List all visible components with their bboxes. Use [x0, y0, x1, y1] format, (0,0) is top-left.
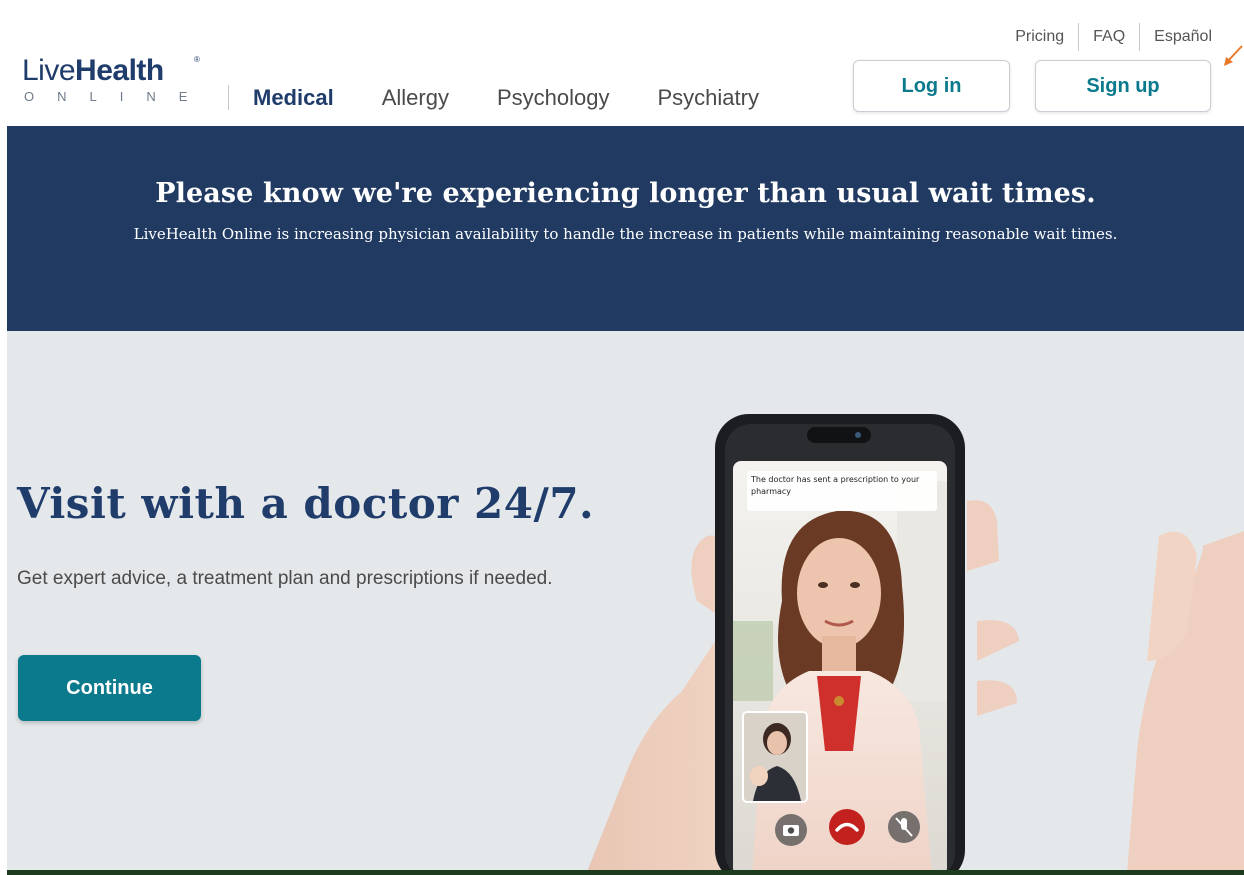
main-nav: Medical Allergy Psychology Psychiatry — [253, 85, 807, 111]
registered-mark: ® — [194, 55, 200, 64]
logo-subtitle: ONLINE — [24, 89, 211, 104]
end-call-icon[interactable] — [829, 809, 865, 845]
site-header: Pricing FAQ Español LiveHealth ® ONLINE … — [0, 0, 1244, 126]
logo-divider — [228, 85, 229, 110]
camera-icon[interactable] — [775, 814, 807, 846]
login-button[interactable]: Log in — [853, 60, 1010, 112]
mute-mic-icon[interactable] — [888, 811, 920, 843]
banner-text: LiveHealth Online is increasing physicia… — [133, 225, 1118, 243]
hero-image: The doctor has sent a prescription to yo… — [587, 414, 1244, 872]
signup-button[interactable]: Sign up — [1035, 60, 1211, 112]
hero-title: Visit with a doctor 24/7. — [17, 479, 595, 528]
banner-title: Please know we're experiencing longer th… — [155, 178, 1096, 209]
nav-psychiatry[interactable]: Psychiatry — [657, 85, 758, 111]
wait-time-banner: Please know we're experiencing longer th… — [7, 126, 1244, 331]
nav-medical[interactable]: Medical — [253, 85, 334, 111]
footer-edge — [7, 870, 1244, 875]
hero-section: The doctor has sent a prescription to yo… — [7, 331, 1244, 872]
nav-psychology[interactable]: Psychology — [497, 85, 610, 111]
utility-nav: Pricing FAQ Español — [1001, 23, 1212, 51]
livehealth-online-logo[interactable]: LiveHealth ® ONLINE — [22, 55, 207, 107]
annotation-arrow-icon — [1224, 45, 1243, 66]
pricing-link[interactable]: Pricing — [1001, 27, 1078, 47]
continue-button[interactable]: Continue — [18, 655, 201, 721]
prescription-notice: The doctor has sent a prescription to yo… — [751, 475, 920, 496]
espanol-link[interactable]: Español — [1140, 27, 1212, 47]
hero-subtitle: Get expert advice, a treatment plan and … — [17, 568, 553, 589]
logo-wordmark: LiveHealth — [22, 54, 164, 87]
nav-allergy[interactable]: Allergy — [382, 85, 449, 111]
faq-link[interactable]: FAQ — [1079, 27, 1139, 47]
